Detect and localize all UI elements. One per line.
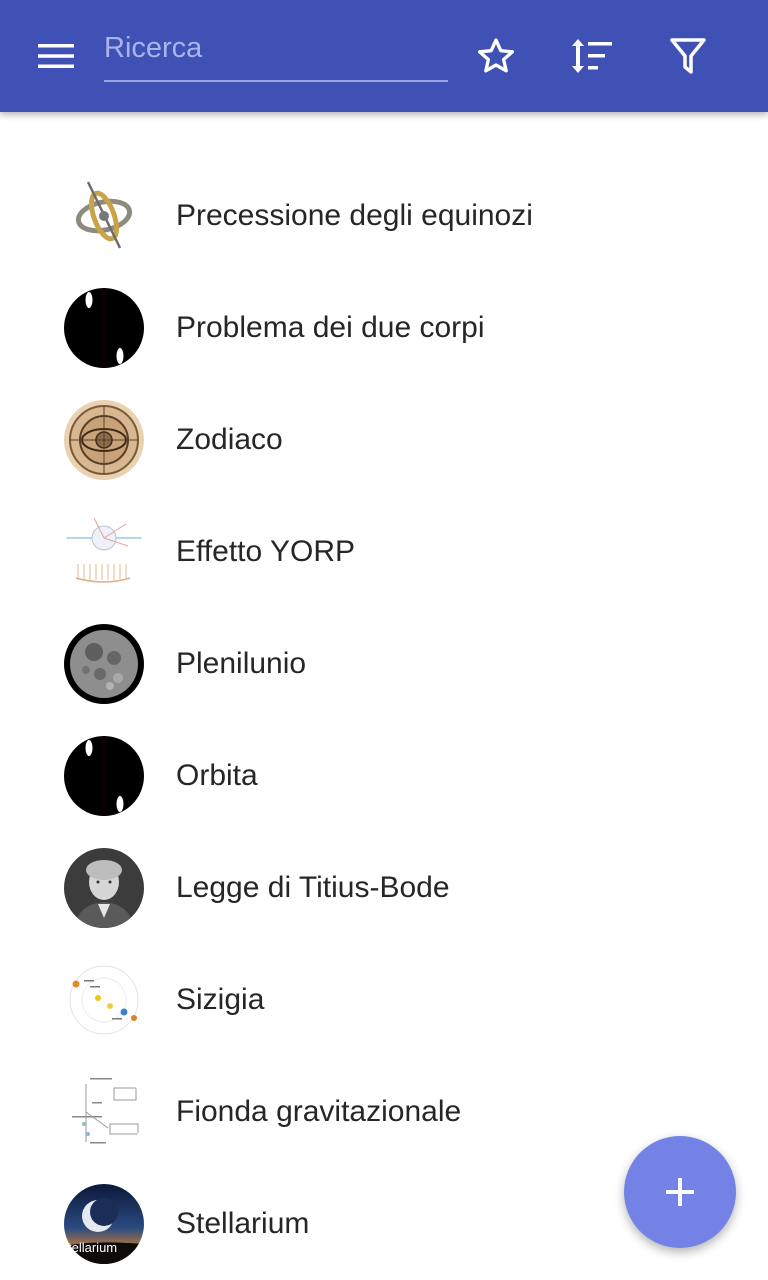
item-label: Fionda gravitazionale (176, 1095, 462, 1128)
list-item[interactable]: Legge di Titius-Bode (0, 832, 768, 944)
item-label: Problema dei due corpi (176, 311, 485, 344)
list-item[interactable]: Zodiaco (0, 384, 768, 496)
orbit-animation-image (64, 736, 144, 816)
menu-icon (38, 44, 74, 68)
item-label: Plenilunio (176, 647, 307, 680)
syzygy-diagram-image (64, 960, 144, 1040)
item-label: Stellarium (176, 1207, 310, 1240)
item-label: Sizigia (176, 983, 265, 1016)
item-label: Legge di Titius-Bode (176, 871, 450, 904)
filter-button[interactable] (656, 24, 720, 88)
plus-icon (666, 1178, 694, 1206)
zodiac-engraving-image (64, 400, 144, 480)
add-button[interactable] (624, 1136, 736, 1248)
list-item[interactable]: Problema dei due corpi (0, 272, 768, 384)
portrait-engraving-image (64, 848, 144, 928)
gyroscope-image (64, 176, 144, 256)
list-item[interactable]: Plenilunio (0, 608, 768, 720)
sort-button[interactable] (560, 24, 624, 88)
menu-button[interactable] (24, 24, 88, 88)
search-input[interactable] (104, 28, 448, 68)
filter-icon (670, 38, 706, 74)
star-outline-icon (478, 38, 514, 73)
topic-list: Precessione degli equinozi Problema dei … (0, 160, 768, 1280)
list-item[interactable]: Sizigia (0, 944, 768, 1056)
orbit-animation-image (64, 288, 144, 368)
list-item[interactable]: Orbita (0, 720, 768, 832)
item-label: Orbita (176, 759, 258, 792)
gravity-assist-diagram-image (64, 1072, 144, 1152)
sort-icon (572, 39, 612, 73)
stellarium-logo-image: tellarium (64, 1184, 144, 1264)
search-field[interactable] (104, 22, 448, 82)
app-bar (0, 0, 768, 112)
stellarium-logo-text: tellarium (68, 1240, 118, 1255)
favorites-button[interactable] (464, 24, 528, 88)
list-item[interactable]: Precessione degli equinozi (0, 160, 768, 272)
full-moon-image (64, 624, 144, 704)
item-label: Precessione degli equinozi (176, 199, 533, 232)
item-label: Effetto YORP (176, 535, 355, 568)
yorp-diagram-image (64, 512, 144, 592)
item-label: Zodiaco (176, 423, 283, 456)
list-item[interactable]: Effetto YORP (0, 496, 768, 608)
